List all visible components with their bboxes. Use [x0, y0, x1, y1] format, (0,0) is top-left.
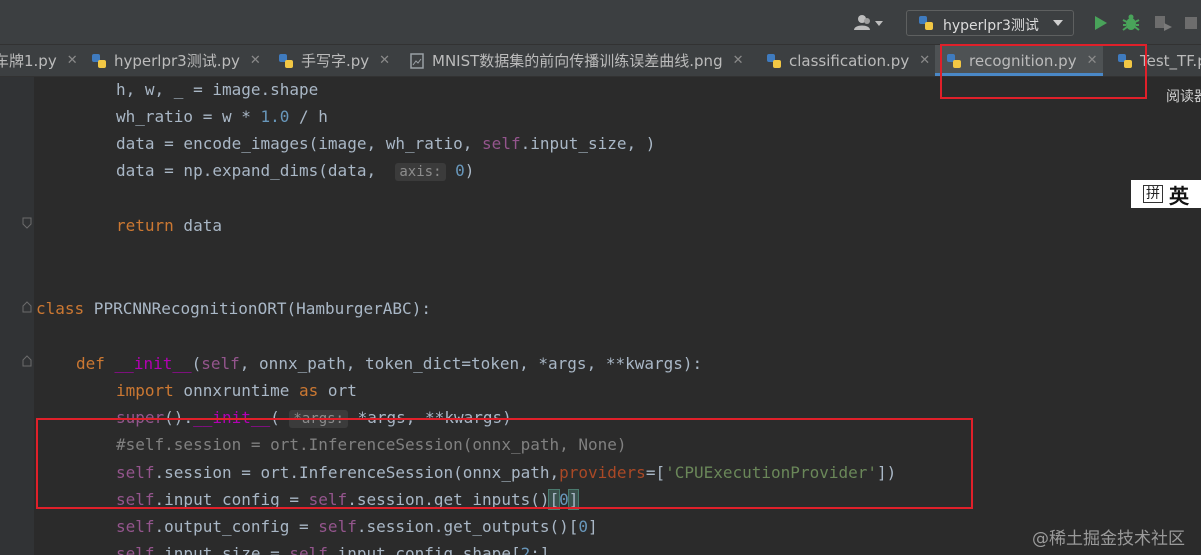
ime-status-indicator[interactable]: 拼 英 [1131, 180, 1201, 208]
close-icon[interactable]: ✕ [919, 53, 930, 68]
editor-gutter [0, 77, 34, 555]
stop-button[interactable] [1183, 12, 1201, 34]
close-icon[interactable]: ✕ [379, 53, 390, 68]
tab-chepai1[interactable]: 车牌1.py ✕ [0, 45, 78, 76]
reader-mode-label[interactable]: 阅读器 [1166, 86, 1201, 106]
close-icon[interactable]: ✕ [733, 53, 744, 68]
code-line: wh_ratio = w * 1.0 / h [116, 107, 328, 126]
user-icon [854, 15, 883, 30]
tab-label: Test_TF.p [1140, 51, 1201, 70]
tab-shouxiezi[interactable]: 手写字.py ✕ [277, 45, 390, 76]
code-line: import onnxruntime as ort [116, 381, 357, 400]
fold-end-icon[interactable] [22, 217, 32, 229]
user-account-button[interactable] [850, 12, 890, 34]
chevron-down-icon [875, 21, 883, 26]
run-configuration-select[interactable]: hyperlpr3测试 [906, 10, 1074, 36]
python-file-icon [279, 53, 293, 68]
code-line: class PPRCNNRecognitionORT(HamburgerABC)… [36, 299, 431, 318]
annotation-box-tab [940, 44, 1147, 99]
python-file-icon [767, 53, 781, 68]
main-toolbar: hyperlpr3测试 [0, 0, 1201, 45]
coverage-button[interactable] [1152, 12, 1174, 34]
annotation-box-code [36, 418, 973, 509]
code-line: data = encode_images(image, wh_ratio, se… [116, 134, 656, 153]
code-line: return data [116, 216, 222, 235]
run-configuration-label: hyperlpr3测试 [943, 18, 1039, 34]
close-icon[interactable]: ✕ [67, 53, 78, 68]
debug-icon [1122, 14, 1140, 31]
fold-start-icon[interactable] [22, 355, 32, 367]
ime-pinyin-label: 拼 [1143, 185, 1163, 203]
python-file-icon [92, 53, 106, 68]
tab-label: classification.py [789, 51, 910, 70]
close-icon[interactable]: ✕ [250, 53, 261, 68]
fold-start-icon[interactable] [22, 301, 32, 313]
stop-icon [1185, 17, 1197, 29]
parameter-hint: axis: [395, 163, 446, 181]
tab-classification[interactable]: classification.py ✕ [765, 45, 930, 76]
tab-mnist-png[interactable]: MNIST数据集的前向传播训练误差曲线.png ✕ [408, 45, 744, 76]
tab-label: MNIST数据集的前向传播训练误差曲线.png [432, 52, 723, 70]
tab-label: 手写字.py [301, 52, 370, 70]
image-file-icon [410, 52, 424, 69]
run-button[interactable] [1089, 12, 1111, 34]
code-line: self.input_size = self.input_config.shap… [116, 544, 550, 555]
tab-label: 车牌1.py [0, 52, 57, 70]
code-line: self.output_config = self.session.get_ou… [116, 517, 598, 536]
code-line: data = np.expand_dims(data, axis: 0) [116, 161, 475, 181]
python-icon [919, 16, 933, 30]
code-line: def __init__(self, onnx_path, token_dict… [76, 354, 703, 373]
tab-label: hyperlpr3测试.py [114, 52, 240, 70]
debug-button[interactable] [1120, 12, 1142, 34]
run-icon [1095, 16, 1107, 30]
code-text: h, w, _ = image.shape [116, 80, 319, 99]
tab-hyperlpr3-test[interactable]: hyperlpr3测试.py ✕ [90, 45, 261, 76]
watermark: @稀土掘金技术社区 [1032, 529, 1185, 549]
code-line: h, w, _ = image.shape [116, 77, 318, 103]
ime-language-label: 英 [1169, 183, 1189, 208]
chevron-down-icon [1053, 20, 1063, 26]
coverage-icon [1155, 16, 1172, 31]
